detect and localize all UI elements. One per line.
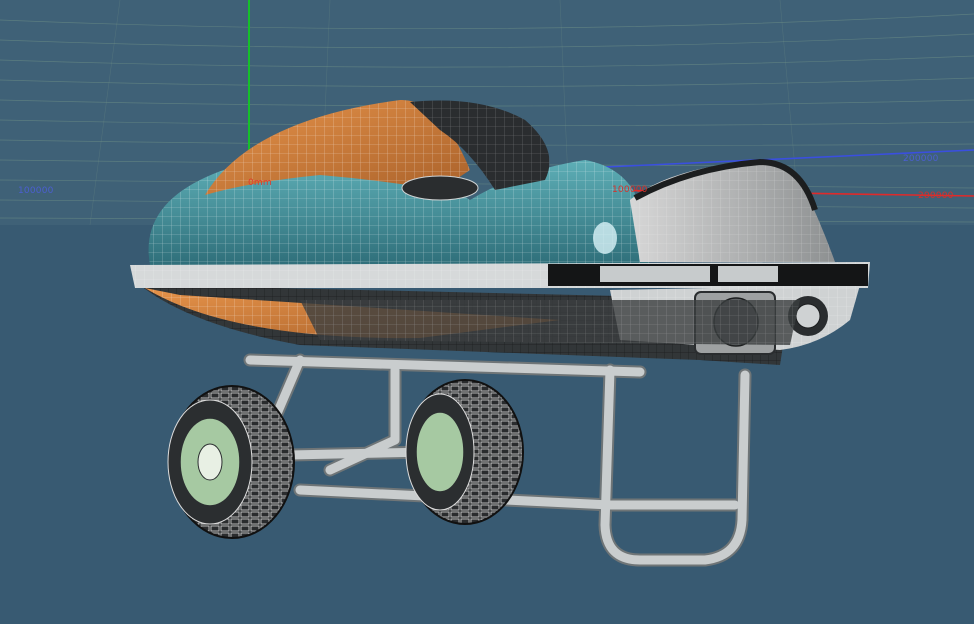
rub-rail: [130, 262, 870, 288]
coordinate-label-100000: 100000: [18, 186, 54, 196]
viewport-scene[interactable]: [0, 0, 974, 624]
rear-wheel: [167, 385, 295, 539]
coordinate-label-200000-red: 200000: [918, 191, 954, 201]
front-wheel: [405, 379, 524, 525]
3d-viewport[interactable]: 100000 0mm 200000 200000 100000: [0, 0, 974, 624]
origin-label: 0mm: [248, 178, 272, 188]
hull-side: [300, 300, 800, 345]
coordinate-label-200000: 200000: [903, 154, 939, 164]
coordinate-label-mid-red: 100000: [612, 185, 648, 195]
